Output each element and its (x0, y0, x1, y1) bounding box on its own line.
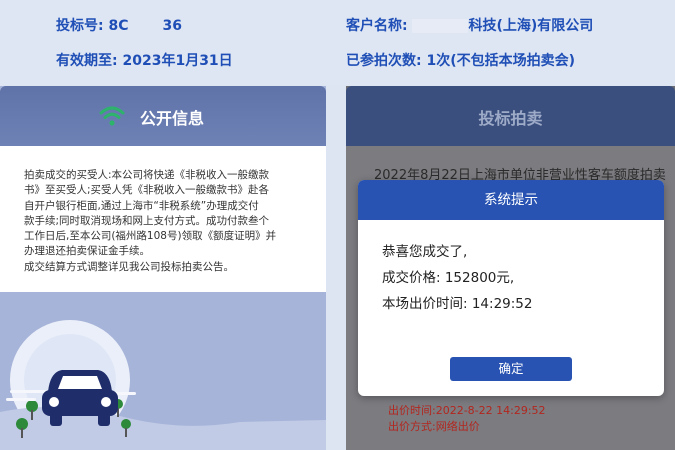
public-info-body: 拍卖成交的买受人:本公司将快递《非税收入一般缴款 书》至买受人;买受人凭《非税收… (0, 146, 326, 292)
info-line: 办理退还拍卖保证金手续。 (24, 245, 150, 258)
bid-time-text: 出价时间:2022-8-22 14:29:52 (388, 404, 546, 417)
confirm-button[interactable]: 确定 (450, 357, 572, 381)
client-name-label: 客户名称: (346, 18, 408, 34)
deal-price: 成交价格: 152800元, (382, 270, 515, 286)
bid-method-text: 出价方式:网络出价 (388, 420, 480, 433)
public-info-header: 公开信息 (0, 86, 326, 146)
client-name: 客户名称: 科技(上海)有限公司 (346, 15, 593, 35)
valid-until-value: 2023年1月31日 (122, 53, 233, 69)
public-info-title: 公开信息 (140, 109, 205, 128)
redacted-area (412, 19, 469, 33)
auction-header: 投标拍卖 (346, 86, 675, 146)
bid-number-value-end: 36 (162, 18, 182, 34)
bid-number: 投标号: 8C 36 (56, 15, 182, 35)
info-line: 书》至买受人;买受人凭《非税收入一般缴款书》赴各 (24, 184, 270, 197)
public-info-panel: 公开信息 拍卖成交的买受人:本公司将快递《非税收入一般缴款 书》至买受人;买受人… (0, 86, 326, 450)
auction-title: 投标拍卖 (478, 109, 543, 128)
bid-time: 本场出价时间: 14:29:52 (382, 296, 533, 312)
info-line: 款手续;同时取消现场和网上支付方式。成功付款叁个 (24, 214, 270, 227)
public-info-text: 拍卖成交的买受人:本公司将快递《非税收入一般缴款 书》至买受人;买受人凭《非税收… (24, 168, 304, 275)
client-name-value: 科技(上海)有限公司 (468, 18, 594, 34)
bid-number-value-start: 8C (108, 18, 129, 34)
info-line: 拍卖成交的买受人:本公司将快递《非税收入一般缴款 (24, 169, 270, 181)
bids-count-label: 已参拍次数: (346, 53, 422, 69)
success-message: 恭喜您成交了, (382, 244, 468, 260)
account-info-bar: 投标号: 8C 36 有效期至: 2023年1月31日 客户名称: 科技(上海)有… (0, 0, 675, 85)
system-alert-dialog: 系统提示 恭喜您成交了, 成交价格: 152800元, 本场出价时间: 14:2… (358, 180, 664, 396)
info-line: 成交结算方式调整详见我公司投标拍卖公告。 (24, 260, 234, 273)
valid-until: 有效期至: 2023年1月31日 (56, 50, 233, 70)
dialog-title: 系统提示 (358, 180, 664, 220)
info-line: 自开户银行柜面,通过上海市“非税系统”办理成交付 (24, 199, 259, 212)
bids-count-value: 1次(不包括本场拍卖会) (426, 53, 576, 69)
bids-count: 已参拍次数: 1次(不包括本场拍卖会) (346, 50, 575, 70)
bid-number-label: 投标号: (56, 18, 104, 34)
info-line: 工作日后,至本公司(福州路108号)领取《额度证明》并 (24, 230, 277, 243)
redacted-area (128, 19, 163, 33)
wifi-icon (99, 106, 125, 126)
car-illustration (0, 292, 326, 450)
valid-until-label: 有效期至: (56, 53, 118, 69)
